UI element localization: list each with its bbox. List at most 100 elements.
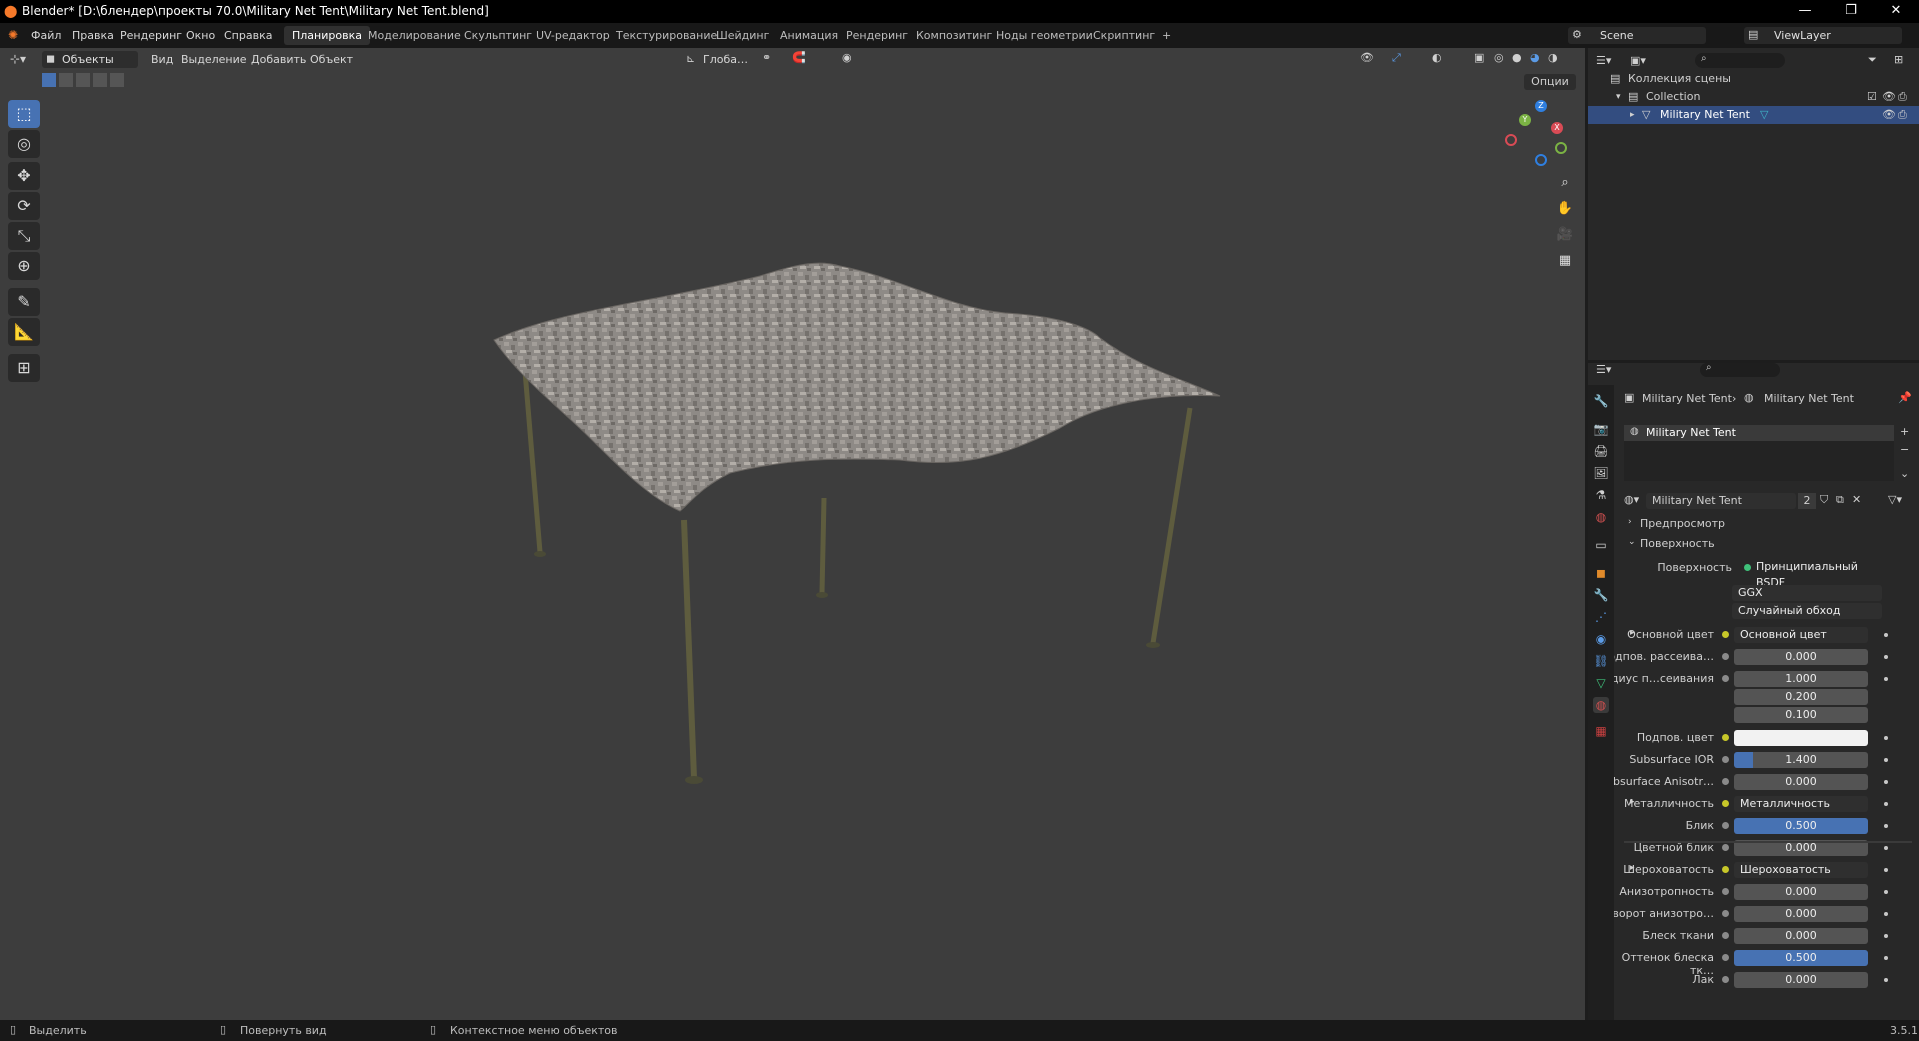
menu-object[interactable]: Объект — [310, 53, 353, 66]
keyframe-dot-icon[interactable] — [1884, 824, 1888, 828]
input-socket-icon[interactable] — [1722, 844, 1729, 851]
constraints-tab-icon[interactable]: ⛓ — [1593, 653, 1609, 669]
keyframe-dot-icon[interactable] — [1884, 956, 1888, 960]
visibility-icon[interactable]: 👁 — [1360, 51, 1374, 64]
input-socket-icon[interactable] — [1722, 888, 1729, 895]
surface-panel-header[interactable]: ⌄ Поверхность — [1624, 535, 1912, 553]
3d-viewport[interactable]: ⬚ ◎ ✥ ⟳ ⤡ ⊕ ✎ 📐 ⊞ Z X Y ⌕ ✋ 🎥 ▦ — [0, 48, 1585, 1020]
keyframe-dot-icon[interactable] — [1884, 912, 1888, 916]
mesh-data-icon[interactable]: ▽ — [1760, 106, 1768, 124]
wireframe-shading-icon[interactable]: ◎ — [1494, 51, 1504, 64]
tab-uv-editing[interactable]: UV-редактор — [528, 26, 618, 45]
zoom-icon[interactable]: ⌕ — [1554, 172, 1576, 194]
add-cube-tool[interactable]: ⊞ — [8, 354, 40, 382]
tab-geometry-nodes[interactable]: Ноды геометрии — [988, 26, 1101, 45]
keyframe-dot-icon[interactable] — [1884, 802, 1888, 806]
tab-compositing[interactable]: Композитинг — [908, 26, 1000, 45]
menu-window[interactable]: Окно — [186, 29, 215, 42]
render-tab-icon[interactable]: 📷 — [1593, 421, 1609, 437]
menu-select[interactable]: Выделение — [181, 53, 247, 66]
tab-animation[interactable]: Анимация — [772, 26, 846, 45]
proportional-edit-icon[interactable]: ◉ — [842, 51, 852, 64]
properties-editor-icon[interactable]: ☰▾ — [1596, 363, 1611, 376]
keyframe-dot-icon[interactable] — [1884, 890, 1888, 894]
close-button[interactable]: ✕ — [1873, 0, 1919, 23]
outliner-row-scene-collection[interactable]: ▤ Коллекция сцены — [1588, 70, 1919, 88]
select-intersect-icon[interactable] — [110, 73, 124, 87]
expand-arrow-icon[interactable]: ▸ — [1630, 628, 1635, 638]
select-box-tool[interactable]: ⬚ — [8, 100, 40, 128]
output-tab-icon[interactable]: 🖨 — [1593, 443, 1609, 459]
keyframe-dot-icon[interactable] — [1884, 868, 1888, 872]
camera-icon[interactable]: ⎙ — [1898, 88, 1907, 106]
keyframe-dot-icon[interactable] — [1884, 780, 1888, 784]
particles-tab-icon[interactable]: ⋰ — [1593, 609, 1609, 625]
remove-slot-button[interactable]: − — [1900, 443, 1909, 456]
outliner-search-input[interactable]: ⌕ — [1695, 53, 1785, 68]
input-socket-icon[interactable] — [1722, 675, 1729, 682]
bsdf-value-field[interactable]: 0.500 — [1734, 818, 1868, 834]
unlink-material-icon[interactable]: ✕ — [1852, 493, 1861, 506]
input-socket-icon[interactable] — [1722, 866, 1729, 873]
menu-view[interactable]: Вид — [151, 53, 173, 66]
input-socket-icon[interactable] — [1722, 932, 1729, 939]
expand-arrow-icon[interactable]: ▸ — [1630, 797, 1635, 807]
keyframe-dot-icon[interactable] — [1884, 633, 1888, 637]
keyframe-dot-icon[interactable] — [1884, 655, 1888, 659]
menu-edit[interactable]: Правка — [72, 29, 114, 42]
preview-panel-header[interactable]: › Предпросмотр — [1624, 515, 1912, 533]
view-layer-tab-icon[interactable]: 🖼 — [1593, 465, 1609, 481]
gizmo-z-axis[interactable]: Z — [1535, 100, 1547, 112]
exclude-checkbox-icon[interactable]: ☑ — [1867, 88, 1877, 106]
keyframe-dot-icon[interactable] — [1884, 846, 1888, 850]
input-socket-icon[interactable] — [1722, 756, 1729, 763]
xray-icon[interactable]: ▣ — [1474, 51, 1484, 64]
select-subtract-icon[interactable] — [76, 73, 90, 87]
overlay-icon[interactable]: ◐ — [1432, 51, 1442, 64]
gizmo-neg-y[interactable] — [1555, 142, 1567, 154]
bsdf-value-field[interactable]: Шероховатость — [1734, 862, 1868, 878]
world-tab-icon[interactable]: ◍ — [1593, 509, 1609, 525]
distribution-dropdown[interactable]: GGX — [1732, 585, 1882, 601]
pin-icon[interactable]: 📌 — [1898, 391, 1912, 404]
bsdf-value-field[interactable] — [1734, 730, 1868, 746]
slot-menu-icon[interactable]: ⌄ — [1900, 467, 1909, 480]
input-socket-icon[interactable] — [1722, 954, 1729, 961]
modifier-tab-icon[interactable]: 🔧 — [1593, 587, 1609, 603]
properties-search-input[interactable]: ⌕ — [1700, 362, 1780, 377]
options-dropdown[interactable]: Опции — [1524, 74, 1576, 90]
bsdf-value-field[interactable]: 1.400 — [1734, 752, 1868, 768]
pivot-icon[interactable]: ⚭ — [762, 51, 771, 64]
keyframe-dot-icon[interactable] — [1884, 736, 1888, 740]
input-socket-icon[interactable] — [1722, 631, 1729, 638]
expand-arrow-icon[interactable]: ▸ — [1630, 863, 1635, 873]
input-socket-icon[interactable] — [1722, 734, 1729, 741]
bsdf-value-field[interactable]: 0.000 — [1734, 649, 1868, 665]
mode-selector[interactable]: ◼ Объекты — [42, 51, 138, 68]
measure-tool[interactable]: 📐 — [8, 318, 40, 346]
material-browse-icon[interactable]: ◍▾ — [1624, 493, 1639, 506]
bsdf-value-field[interactable]: 0.000 — [1734, 928, 1868, 944]
snap-icon[interactable]: 🧲 — [792, 51, 806, 64]
material-slot[interactable]: ◍ Military Net Tent — [1624, 425, 1894, 441]
mesh-data-tab-icon[interactable]: ▽ — [1593, 675, 1609, 691]
add-slot-button[interactable]: + — [1900, 425, 1909, 438]
bsdf-value-field[interactable]: 0.500 — [1734, 950, 1868, 966]
duplicate-material-icon[interactable]: ⧉ — [1836, 493, 1844, 507]
keyframe-dot-icon[interactable] — [1884, 758, 1888, 762]
select-new-icon[interactable] — [42, 73, 56, 87]
cursor-tool[interactable]: ◎ — [8, 130, 40, 158]
perspective-grid-icon[interactable]: ▦ — [1554, 250, 1576, 272]
material-link-icon[interactable]: ▽▾ — [1888, 493, 1902, 506]
tab-rendering[interactable]: Рендеринг — [838, 26, 916, 45]
filter-icon[interactable]: ⏷ — [1868, 53, 1877, 67]
tab-modeling[interactable]: Моделирование — [360, 26, 469, 45]
bsdf-value-field[interactable]: 0.000 — [1734, 972, 1868, 988]
gizmo-toggle-icon[interactable]: ⤢ — [1392, 51, 1401, 65]
gizmo-y-axis[interactable]: Y — [1519, 114, 1531, 126]
menu-render[interactable]: Рендеринг — [120, 29, 182, 42]
menu-add[interactable]: Добавить — [251, 53, 306, 66]
outliner-row-collection[interactable]: ▾ ▤ Collection ☑ 👁 ⎙ — [1588, 88, 1919, 106]
move-tool[interactable]: ✥ — [8, 162, 40, 190]
input-socket-icon[interactable] — [1722, 653, 1729, 660]
